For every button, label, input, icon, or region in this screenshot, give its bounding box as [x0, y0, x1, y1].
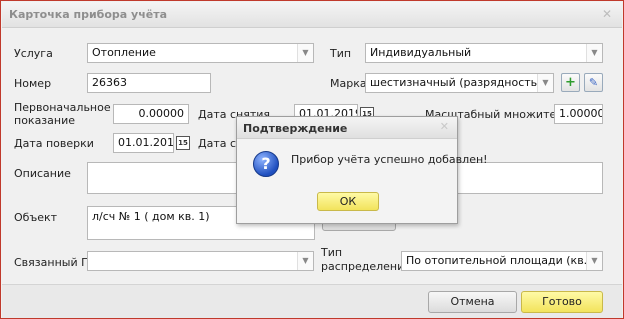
chevron-down-icon[interactable]: ▼ — [586, 252, 602, 270]
description-label: Описание — [14, 167, 71, 180]
verification-date-label: Дата поверки — [14, 137, 94, 150]
verification-date-field[interactable]: 01.01.2019 — [113, 133, 174, 153]
linked-meter-label: Связанный ПУ — [14, 256, 97, 269]
dialog-message: Прибор учёта успешно добавлен! — [291, 153, 488, 166]
calendar-icon[interactable]: 15 — [176, 136, 190, 150]
initial-reading-field[interactable]: 0.00000 — [113, 104, 189, 124]
service-select[interactable]: Отопление ▼ — [87, 43, 314, 63]
initial-reading-label-line1: Первоначальное — [14, 101, 111, 114]
done-button[interactable]: Готово — [521, 291, 603, 313]
distribution-type-label-line1: Тип — [321, 246, 343, 259]
initial-reading-label-line2: показание — [14, 114, 76, 127]
distribution-type-value: По отопительной площади (кв.м) — [406, 254, 600, 267]
dialog-titlebar: Подтверждение ✕ — [237, 117, 457, 139]
chevron-down-icon[interactable]: ▼ — [586, 44, 602, 62]
scale-factor-field[interactable]: 1.000000 — [554, 104, 603, 124]
dialog-ok-button[interactable]: ОК — [317, 192, 379, 211]
linked-meter-select[interactable]: ▼ — [87, 251, 314, 271]
add-icon[interactable]: + — [561, 73, 580, 92]
cancel-button[interactable]: Отмена — [428, 291, 517, 313]
confirmation-dialog: Подтверждение ✕ ? Прибор учёта успешно д… — [236, 116, 488, 224]
brand-value: шестизначный (разрядность:6) — [370, 76, 553, 89]
chevron-down-icon[interactable]: ▼ — [297, 44, 313, 62]
window-titlebar: Карточка прибора учёта ✕ — [2, 2, 622, 28]
service-label: Услуга — [14, 47, 53, 60]
window-close-icon[interactable]: ✕ — [602, 7, 612, 21]
brand-select[interactable]: шестизначный (разрядность:6) ▼ — [365, 73, 554, 93]
chevron-down-icon[interactable]: ▼ — [297, 252, 313, 270]
dialog-close-icon[interactable]: ✕ — [440, 120, 449, 133]
distribution-type-label-line2: распределения — [321, 260, 411, 273]
number-label: Номер — [14, 77, 52, 90]
window-title: Карточка прибора учёта — [9, 8, 168, 21]
object-label: Объект — [14, 211, 58, 224]
type-value: Индивидуальный — [370, 46, 472, 59]
brand-label: Марка — [330, 77, 367, 90]
edit-icon[interactable]: ✎ — [584, 73, 603, 92]
window-footer: Отмена Готово — [2, 284, 622, 318]
distribution-type-select[interactable]: По отопительной площади (кв.м) ▼ — [401, 251, 603, 271]
question-icon: ? — [253, 151, 279, 177]
type-select[interactable]: Индивидуальный ▼ — [365, 43, 603, 63]
chevron-down-icon[interactable]: ▼ — [537, 74, 553, 92]
dialog-title: Подтверждение — [243, 122, 348, 135]
type-label: Тип — [330, 47, 352, 60]
service-value: Отопление — [92, 46, 156, 59]
number-field[interactable]: 26363 — [87, 73, 211, 93]
